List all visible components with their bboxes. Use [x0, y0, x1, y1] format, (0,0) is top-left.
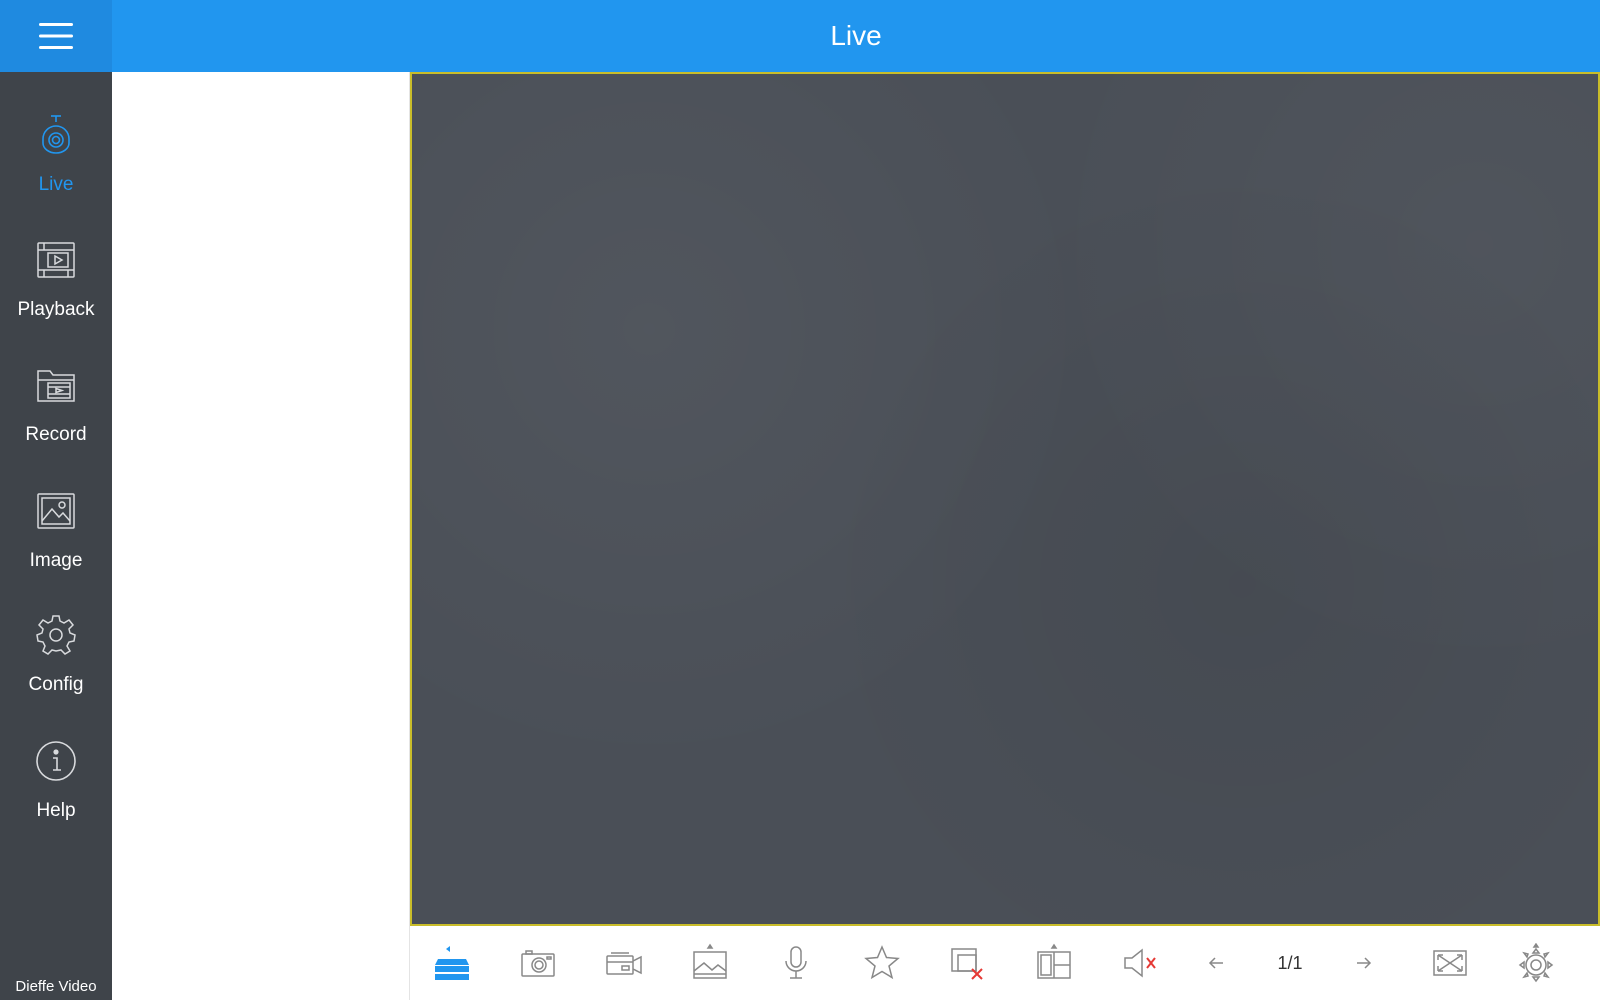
sidebar-item-label: Image	[29, 550, 83, 571]
device-list-panel[interactable]	[112, 72, 410, 1000]
close-all-button[interactable]	[938, 926, 998, 1000]
camera-icon	[33, 112, 79, 158]
bottom-toolbar: 1/1	[410, 926, 1600, 1000]
close-window-icon	[951, 948, 983, 980]
device-list-button[interactable]	[422, 926, 482, 1000]
video-placeholder	[412, 74, 1598, 924]
fullscreen-button[interactable]	[1420, 926, 1480, 1000]
image-icon	[33, 488, 79, 534]
device-list-icon	[435, 946, 469, 980]
microphone-icon	[785, 946, 807, 979]
record-folder-icon	[33, 362, 79, 408]
sidebar-item-label: Help	[36, 800, 76, 821]
image-quality-button[interactable]	[680, 926, 740, 1000]
mute-button[interactable]	[1110, 926, 1170, 1000]
gear-icon	[33, 612, 79, 658]
next-page-button[interactable]	[1334, 926, 1394, 1000]
sidebar-item-playback[interactable]: Playback	[0, 229, 112, 349]
sidebar-item-live[interactable]: Live	[0, 104, 112, 224]
ptz-icon	[1518, 943, 1554, 983]
sidebar-item-label: Live	[38, 174, 74, 195]
previous-page-button[interactable]	[1186, 926, 1246, 1000]
image-quality-icon	[693, 943, 727, 979]
sidebar-item-label: Config	[28, 674, 84, 695]
snapshot-button[interactable]	[508, 926, 568, 1000]
split-screen-button[interactable]	[1024, 926, 1084, 1000]
fullscreen-icon	[1433, 950, 1467, 976]
sidebar-item-label: Playback	[17, 299, 95, 320]
playback-icon	[33, 237, 79, 283]
page-indicator: 1/1	[1277, 953, 1303, 973]
page-title: Live	[830, 20, 882, 51]
favorite-star-icon	[864, 945, 900, 980]
live-video-window[interactable]	[410, 72, 1600, 926]
favorite-button[interactable]	[852, 926, 912, 1000]
talk-button[interactable]	[766, 926, 826, 1000]
previous-page-icon	[1208, 957, 1223, 969]
hamburger-icon	[39, 23, 73, 49]
record-video-icon	[606, 952, 642, 975]
next-page-icon	[1357, 957, 1372, 969]
sidebar-item-config[interactable]: Config	[0, 604, 112, 724]
sidebar-item-help[interactable]: Help	[0, 730, 112, 850]
sidebar-item-image[interactable]: Image	[0, 480, 112, 600]
app-root: Live Live Playback Record Image Config H…	[0, 0, 1600, 1000]
info-icon	[33, 738, 79, 784]
menu-button[interactable]	[0, 0, 112, 72]
split-layout-icon	[1037, 943, 1071, 979]
snapshot-icon	[521, 950, 555, 977]
top-bar: Live	[0, 0, 1600, 72]
sidebar: Live Playback Record Image Config Help D…	[0, 72, 112, 1000]
sidebar-item-label: Record	[25, 424, 87, 445]
sidebar-item-record[interactable]: Record	[0, 354, 112, 474]
ptz-button[interactable]	[1506, 926, 1566, 1000]
record-video-button[interactable]	[594, 926, 654, 1000]
brand-label: Dieffe Video	[15, 978, 97, 995]
mute-icon	[1124, 948, 1156, 978]
